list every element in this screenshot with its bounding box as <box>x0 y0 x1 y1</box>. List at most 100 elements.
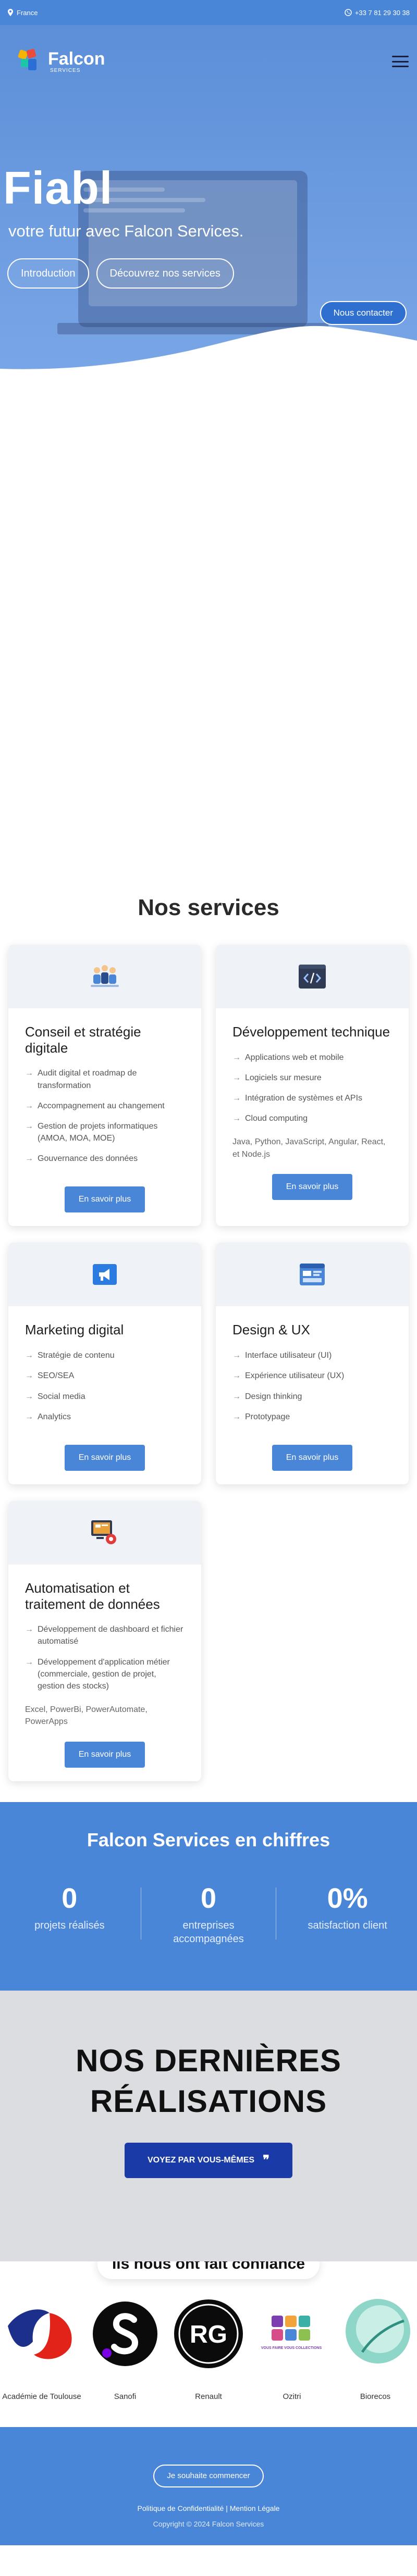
learn-more-button[interactable]: En savoir plus <box>65 1741 145 1768</box>
learn-more-button[interactable]: En savoir plus <box>65 1186 145 1213</box>
learn-more-button[interactable]: En savoir plus <box>272 1173 352 1200</box>
introduction-button[interactable]: Introduction <box>7 258 89 289</box>
hero-wave-divider <box>0 326 417 379</box>
list-item: → SEO/SEA <box>25 1371 75 1381</box>
card-title: Marketing digital <box>25 1322 124 1338</box>
service-card-consulting: Conseil et stratégie digitale → Audit dig… <box>8 945 201 1227</box>
svg-text:VOUS FAIRE VOUS COLLECTIONS: VOUS FAIRE VOUS COLLECTIONS <box>261 2346 322 2350</box>
list-item: → Développement d'application métier (com… <box>25 1657 170 1691</box>
hero-subtitle: votre futur avec Falcon Services. <box>8 222 244 240</box>
realisations-title-line2: RÉALISATIONS <box>90 2083 327 2119</box>
stat-value: 0 <box>200 1882 216 1914</box>
team-strategy-icon <box>91 965 119 987</box>
client-logo-renault: RG Renault <box>167 2295 250 2401</box>
stat-satisfaction: 0% satisfaction client <box>285 1882 410 1946</box>
stat-value: 0% <box>327 1882 368 1914</box>
realisations-section: NOS DERNIÈRES RÉALISATIONS VOYEZ PAR VOU… <box>0 1990 417 2261</box>
empty-space <box>0 379 417 895</box>
discover-services-button[interactable]: Découvrez nos services <box>96 258 234 289</box>
list-item: → Développement de dashboard et fichier a… <box>25 1625 183 1646</box>
service-card-automation: Automatisation et traitement de données … <box>8 1500 201 1781</box>
list-item: → Applications web et mobile <box>232 1053 344 1062</box>
client-logo-biorecos: Biorecos <box>334 2295 417 2401</box>
automation-gear-icon <box>91 1520 116 1544</box>
list-item: → Analytics <box>25 1412 71 1421</box>
logo-brand: Falcon <box>48 48 105 69</box>
stat-label: entreprises accompagnées <box>173 1919 244 1945</box>
services-section: Nos services Conseil et stratégie digita… <box>0 895 417 1781</box>
list-item: → Design thinking <box>232 1392 302 1401</box>
stats-section: Falcon Services en chiffres 0 projets ré… <box>0 1802 417 1991</box>
learn-more-button[interactable]: En savoir plus <box>272 1444 352 1471</box>
list-item: → Logiciels sur mesure <box>232 1073 322 1082</box>
list-item: → Gestion de projets informatiques (AMOA,… <box>25 1121 158 1143</box>
stats-title: Falcon Services en chiffres <box>87 1829 330 1850</box>
megaphone-icon <box>93 1264 117 1285</box>
top-bar: France +33 7 81 29 30 38 <box>0 0 417 25</box>
stat-companies: 0 entreprises accompagnées <box>140 1882 276 1946</box>
stat-label: satisfaction client <box>308 1919 387 1931</box>
see-for-yourself-label: VOYEZ PAR VOUS-MÊMES <box>148 2155 255 2165</box>
footer-legal-links[interactable]: Politique de Confidentialité | Mention L… <box>138 2504 280 2512</box>
see-for-yourself-button[interactable]: VOYEZ PAR VOUS-MÊMES ❞ <box>125 2142 292 2178</box>
logo-mark-icon <box>17 46 44 77</box>
start-now-button[interactable]: Je souhaite commencer <box>153 2464 264 2487</box>
client-name: Académie de Toulouse <box>2 2392 81 2401</box>
list-item: → Cloud computing <box>232 1114 308 1123</box>
phone-number[interactable]: +33 7 81 29 30 38 <box>355 9 410 17</box>
card-title: Design & UX <box>232 1322 310 1338</box>
client-name: Sanofi <box>114 2392 137 2401</box>
services-title: Nos services <box>138 895 279 920</box>
design-window-icon <box>300 1264 325 1286</box>
footer-copyright: Copyright © 2024 Falcon Services <box>153 2519 264 2528</box>
client-logo-academie-toulouse: Académie de Toulouse <box>0 2295 83 2401</box>
service-card-marketing: Marketing digital → Stratégie de contenu … <box>8 1243 201 1484</box>
clients-section: Ils nous ont fait confiance Académie de … <box>0 2261 417 2427</box>
list-item: → Accompagnement au changement <box>25 1101 165 1110</box>
footer: Je souhaite commencer Politique de Confi… <box>0 2427 417 2545</box>
list-item: → Social media <box>25 1392 85 1401</box>
client-logo-sanofi: Sanofi <box>83 2295 167 2401</box>
whatsapp-icon <box>345 9 352 16</box>
list-item: → Stratégie de contenu <box>25 1351 115 1360</box>
client-name: Renault <box>195 2392 222 2401</box>
list-item: → Prototypage <box>232 1412 290 1421</box>
hero-section: Falcon SERVICES Fiabl votre futur avec F… <box>0 25 417 379</box>
svg-text:RG: RG <box>190 2321 227 2348</box>
stat-label: projets réalisés <box>34 1919 105 1931</box>
learn-more-button[interactable]: En savoir plus <box>65 1444 145 1471</box>
ozitri-logo: VOUS FAIRE VOUS COLLECTIONS <box>261 2315 322 2350</box>
list-item: → Expérience utilisateur (UX) <box>232 1371 345 1381</box>
clients-title: Ils nous ont fait confiance <box>97 2261 320 2279</box>
list-item: → Gouvernance des données <box>25 1154 138 1164</box>
tech-stack-text: Java, Python, JavaScript, Angular, React… <box>232 1137 386 1159</box>
hero-title: Fiabl <box>3 162 113 214</box>
card-title: Développement technique <box>232 1024 390 1040</box>
biorecos-logo <box>346 2298 410 2364</box>
hamburger-menu-icon[interactable] <box>392 56 409 67</box>
stat-value: 0 <box>62 1882 78 1914</box>
list-item: → Interface utilisateur (UI) <box>232 1351 332 1360</box>
logo[interactable]: Falcon SERVICES <box>17 46 105 77</box>
location-pin-icon <box>8 9 13 16</box>
card-title: Conseil et stratégie digitale <box>25 1024 141 1056</box>
service-card-development: Développement technique → Applications we… <box>216 945 409 1227</box>
stat-projects: 0 projets réalisés <box>7 1882 132 1946</box>
location: France <box>7 9 38 17</box>
card-title: Automatisation et traitement de données <box>25 1580 160 1612</box>
client-name: Ozitri <box>283 2392 301 2401</box>
quote-icon: ❞ <box>263 2153 269 2167</box>
realisations-title-line1: NOS DERNIÈRES <box>76 2043 341 2078</box>
list-item: → Audit digital et roadmap de transformat… <box>25 1069 137 1090</box>
sanofi-logo <box>93 2301 157 2366</box>
list-item: → Intégration de systèmes et APIs <box>232 1094 363 1103</box>
service-card-design: Design & UX → Interface utilisateur (UI) … <box>216 1243 409 1484</box>
renault-logo: RG <box>174 2299 243 2368</box>
code-icon <box>299 965 326 989</box>
phone[interactable]: +33 7 81 29 30 38 <box>345 9 410 17</box>
client-logo-ozitri: VOUS FAIRE VOUS COLLECTIONS Ozitri <box>250 2295 334 2401</box>
client-name: Biorecos <box>360 2392 391 2401</box>
academie-toulouse-logo <box>8 2309 72 2359</box>
location-text: France <box>17 8 38 17</box>
tech-stack-text: Excel, PowerBi, PowerAutomate, PowerApps <box>25 1705 148 1727</box>
